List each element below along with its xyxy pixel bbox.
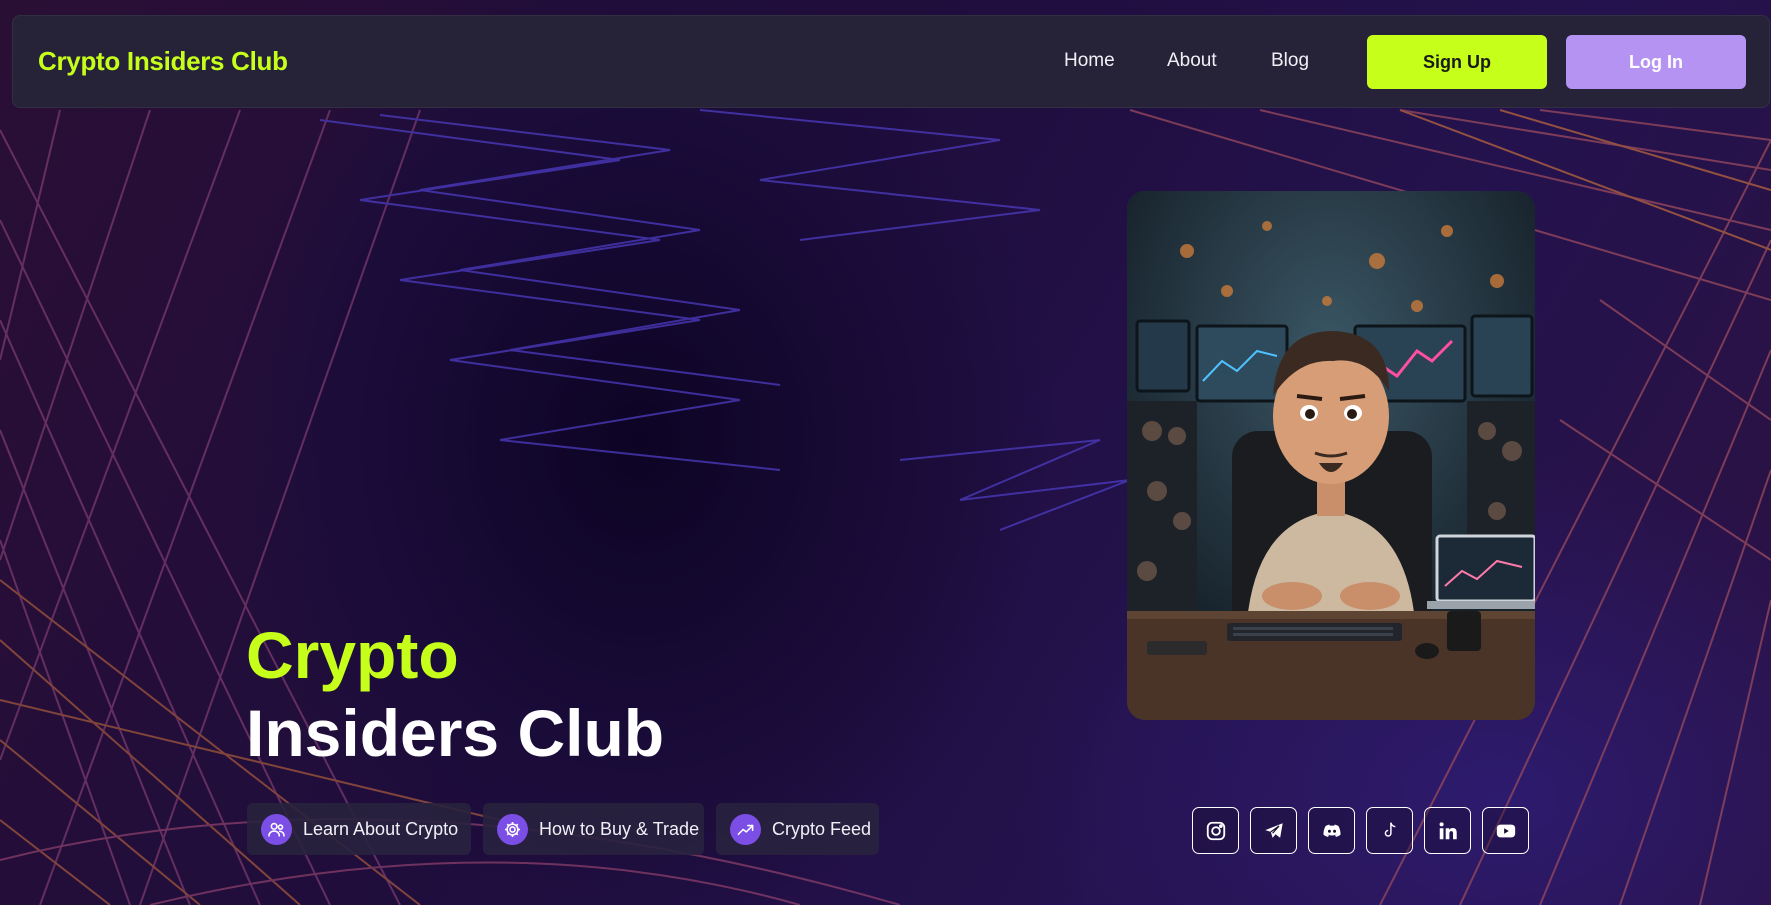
pill-label: Crypto Feed bbox=[772, 818, 872, 839]
hero-image bbox=[1127, 191, 1535, 720]
trending-up-icon bbox=[730, 813, 761, 845]
hero-title-accent: Crypto bbox=[246, 618, 459, 692]
telegram-icon bbox=[1264, 822, 1283, 838]
discord-icon bbox=[1322, 824, 1341, 837]
nav-link-blog[interactable]: Blog bbox=[1271, 50, 1309, 72]
users-icon bbox=[261, 813, 292, 845]
pill-crypto-feed[interactable]: Crypto Feed bbox=[716, 803, 879, 855]
pill-how-to-buy-trade[interactable]: How to Buy & Trade bbox=[483, 803, 704, 855]
instagram-button[interactable] bbox=[1192, 807, 1239, 854]
instagram-icon bbox=[1206, 821, 1225, 840]
hero-title: Insiders Club bbox=[246, 696, 665, 770]
log-in-button[interactable]: Log In bbox=[1566, 35, 1746, 89]
youtube-button[interactable] bbox=[1482, 807, 1529, 854]
sign-up-button[interactable]: Sign Up bbox=[1367, 35, 1547, 89]
gear-icon bbox=[497, 813, 528, 845]
pill-learn-about-crypto[interactable]: Learn About Crypto bbox=[247, 803, 471, 855]
navbar: Crypto Insiders Club Home About Blog Sig… bbox=[12, 15, 1770, 108]
linkedin-button[interactable] bbox=[1424, 807, 1471, 854]
tiktok-icon bbox=[1384, 822, 1395, 837]
linkedin-icon bbox=[1439, 821, 1457, 839]
discord-button[interactable] bbox=[1308, 807, 1355, 854]
pill-label: How to Buy & Trade bbox=[539, 818, 700, 839]
pill-label: Learn About Crypto bbox=[303, 818, 459, 839]
nav-link-home[interactable]: Home bbox=[1064, 50, 1115, 72]
brand-logo[interactable]: Crypto Insiders Club bbox=[38, 46, 288, 77]
nav-link-about[interactable]: About bbox=[1167, 50, 1217, 72]
trader-avatar-illustration bbox=[1127, 191, 1535, 720]
youtube-icon bbox=[1496, 824, 1515, 837]
tiktok-button[interactable] bbox=[1366, 807, 1413, 854]
telegram-button[interactable] bbox=[1250, 807, 1297, 854]
